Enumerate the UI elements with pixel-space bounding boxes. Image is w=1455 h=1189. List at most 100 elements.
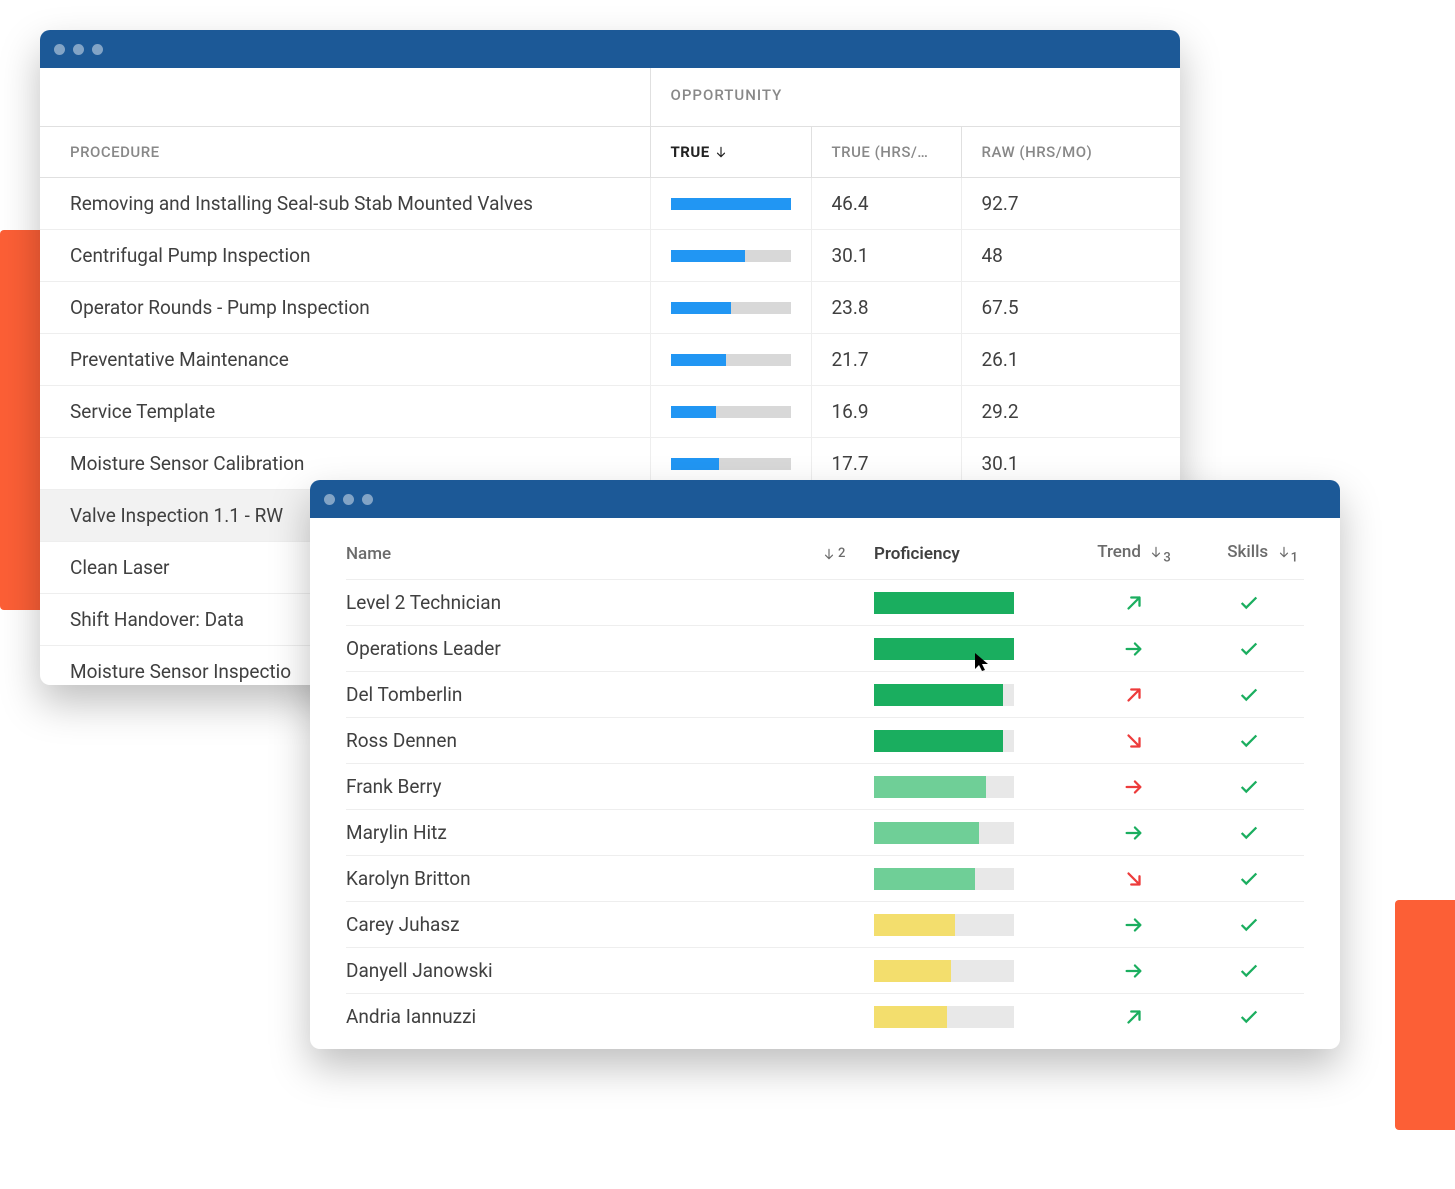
- header-opportunity: OPPORTUNITY: [650, 68, 1180, 127]
- bar-fill: [874, 1006, 947, 1028]
- skills-cell: [1194, 684, 1304, 706]
- titlebar-back: [40, 30, 1180, 68]
- raw-hrs-cell: 29.2: [961, 386, 1180, 438]
- skills-cell: [1194, 868, 1304, 890]
- procedure-name: Operator Rounds - Pump Inspection: [40, 282, 650, 334]
- true-hrs-cell: 46.4: [811, 178, 961, 230]
- header-trend[interactable]: Trend 3: [1074, 542, 1194, 565]
- bar-track: [874, 822, 1014, 844]
- header-true-sort[interactable]: TRUE: [650, 127, 811, 178]
- header-name[interactable]: Name: [346, 544, 822, 564]
- window-dot[interactable]: [73, 44, 84, 55]
- list-item[interactable]: Marylin Hitz: [346, 809, 1304, 855]
- proficiency-cell: [874, 822, 1074, 844]
- header-name-sort[interactable]: 2: [822, 546, 874, 561]
- trend-down-right-icon: [1123, 868, 1145, 890]
- raw-hrs-cell: 92.7: [961, 178, 1180, 230]
- window-dot[interactable]: [54, 44, 65, 55]
- bar-track: [874, 592, 1014, 614]
- raw-hrs-cell: 67.5: [961, 282, 1180, 334]
- bar-track: [874, 960, 1014, 982]
- raw-hrs-cell: 26.1: [961, 334, 1180, 386]
- check-icon: [1238, 960, 1260, 982]
- sort-index: 3: [1163, 550, 1170, 565]
- people-header: Name 2 Proficiency Trend 3 Skills 1: [346, 542, 1304, 579]
- bar-fill: [874, 684, 1003, 706]
- procedure-name: Removing and Installing Seal-sub Stab Mo…: [40, 178, 650, 230]
- check-icon: [1238, 684, 1260, 706]
- skills-cell: [1194, 638, 1304, 660]
- bar-fill: [671, 198, 791, 210]
- trend-right-icon: [1123, 822, 1145, 844]
- header-skills[interactable]: Skills 1: [1194, 542, 1304, 565]
- person-name: Karolyn Britton: [346, 867, 874, 890]
- trend-right-icon: [1123, 776, 1145, 798]
- list-item[interactable]: Del Tomberlin: [346, 671, 1304, 717]
- window-dot[interactable]: [92, 44, 103, 55]
- table-row[interactable]: Service Template16.929.2: [40, 386, 1180, 438]
- trend-cell: [1074, 914, 1194, 936]
- header-raw-hrs[interactable]: RAW (HRS/MO): [961, 127, 1180, 178]
- skills-cell: [1194, 592, 1304, 614]
- list-item[interactable]: Operations Leader: [346, 625, 1304, 671]
- table-row[interactable]: Operator Rounds - Pump Inspection 23.867.…: [40, 282, 1180, 334]
- bar-track: [671, 458, 791, 470]
- bar-track: [874, 730, 1014, 752]
- trend-cell: [1074, 730, 1194, 752]
- skills-cell: [1194, 822, 1304, 844]
- bar-track: [874, 868, 1014, 890]
- person-name: Level 2 Technician: [346, 591, 874, 614]
- table-row[interactable]: Centrifugal Pump Inspection30.148: [40, 230, 1180, 282]
- skills-cell: [1194, 730, 1304, 752]
- raw-hrs-cell: 48: [961, 230, 1180, 282]
- person-name: Carey Juhasz: [346, 913, 874, 936]
- window-people: Name 2 Proficiency Trend 3 Skills 1 Leve…: [310, 480, 1340, 1049]
- trend-cell: [1074, 592, 1194, 614]
- list-item[interactable]: Karolyn Britton: [346, 855, 1304, 901]
- true-hrs-cell: 23.8: [811, 282, 961, 334]
- table-row[interactable]: Removing and Installing Seal-sub Stab Mo…: [40, 178, 1180, 230]
- list-item[interactable]: Frank Berry: [346, 763, 1304, 809]
- bar-track: [874, 1006, 1014, 1028]
- proficiency-cell: [874, 730, 1074, 752]
- trend-up-right-icon: [1123, 684, 1145, 706]
- header-proficiency[interactable]: Proficiency: [874, 544, 1074, 564]
- true-hrs-cell: 30.1: [811, 230, 961, 282]
- person-name: Marylin Hitz: [346, 821, 874, 844]
- proficiency-cell: [874, 914, 1074, 936]
- list-item[interactable]: Carey Juhasz: [346, 901, 1304, 947]
- list-item[interactable]: Ross Dennen: [346, 717, 1304, 763]
- bar-fill: [874, 638, 1014, 660]
- bar-fill: [671, 458, 719, 470]
- trend-cell: [1074, 822, 1194, 844]
- trend-cell: [1074, 1006, 1194, 1028]
- trend-cell: [1074, 960, 1194, 982]
- skills-cell: [1194, 1006, 1304, 1028]
- true-hrs-cell: 21.7: [811, 334, 961, 386]
- trend-up-right-icon: [1123, 1006, 1145, 1028]
- header-true-hrs[interactable]: TRUE (HRS/…: [811, 127, 961, 178]
- bar-fill: [874, 776, 986, 798]
- window-dot[interactable]: [362, 494, 373, 505]
- bar-fill: [874, 960, 951, 982]
- decoration-right: [1395, 900, 1455, 1130]
- bar-fill: [671, 250, 745, 262]
- window-dot[interactable]: [324, 494, 335, 505]
- bar-fill: [874, 914, 955, 936]
- table-row[interactable]: Preventative Maintenance 21.726.1: [40, 334, 1180, 386]
- list-item[interactable]: Level 2 Technician: [346, 579, 1304, 625]
- check-icon: [1238, 592, 1260, 614]
- header-procedure[interactable]: PROCEDURE: [40, 127, 650, 178]
- list-item[interactable]: Andria Iannuzzi: [346, 993, 1304, 1039]
- bar-fill: [671, 354, 726, 366]
- window-dot[interactable]: [343, 494, 354, 505]
- proficiency-cell: [874, 960, 1074, 982]
- procedure-name: Preventative Maintenance: [40, 334, 650, 386]
- list-item[interactable]: Danyell Janowski: [346, 947, 1304, 993]
- header-empty: [40, 68, 650, 127]
- skills-cell: [1194, 914, 1304, 936]
- bar-track: [874, 776, 1014, 798]
- true-hrs-cell: 16.9: [811, 386, 961, 438]
- proficiency-cell: [874, 868, 1074, 890]
- proficiency-cell: [874, 684, 1074, 706]
